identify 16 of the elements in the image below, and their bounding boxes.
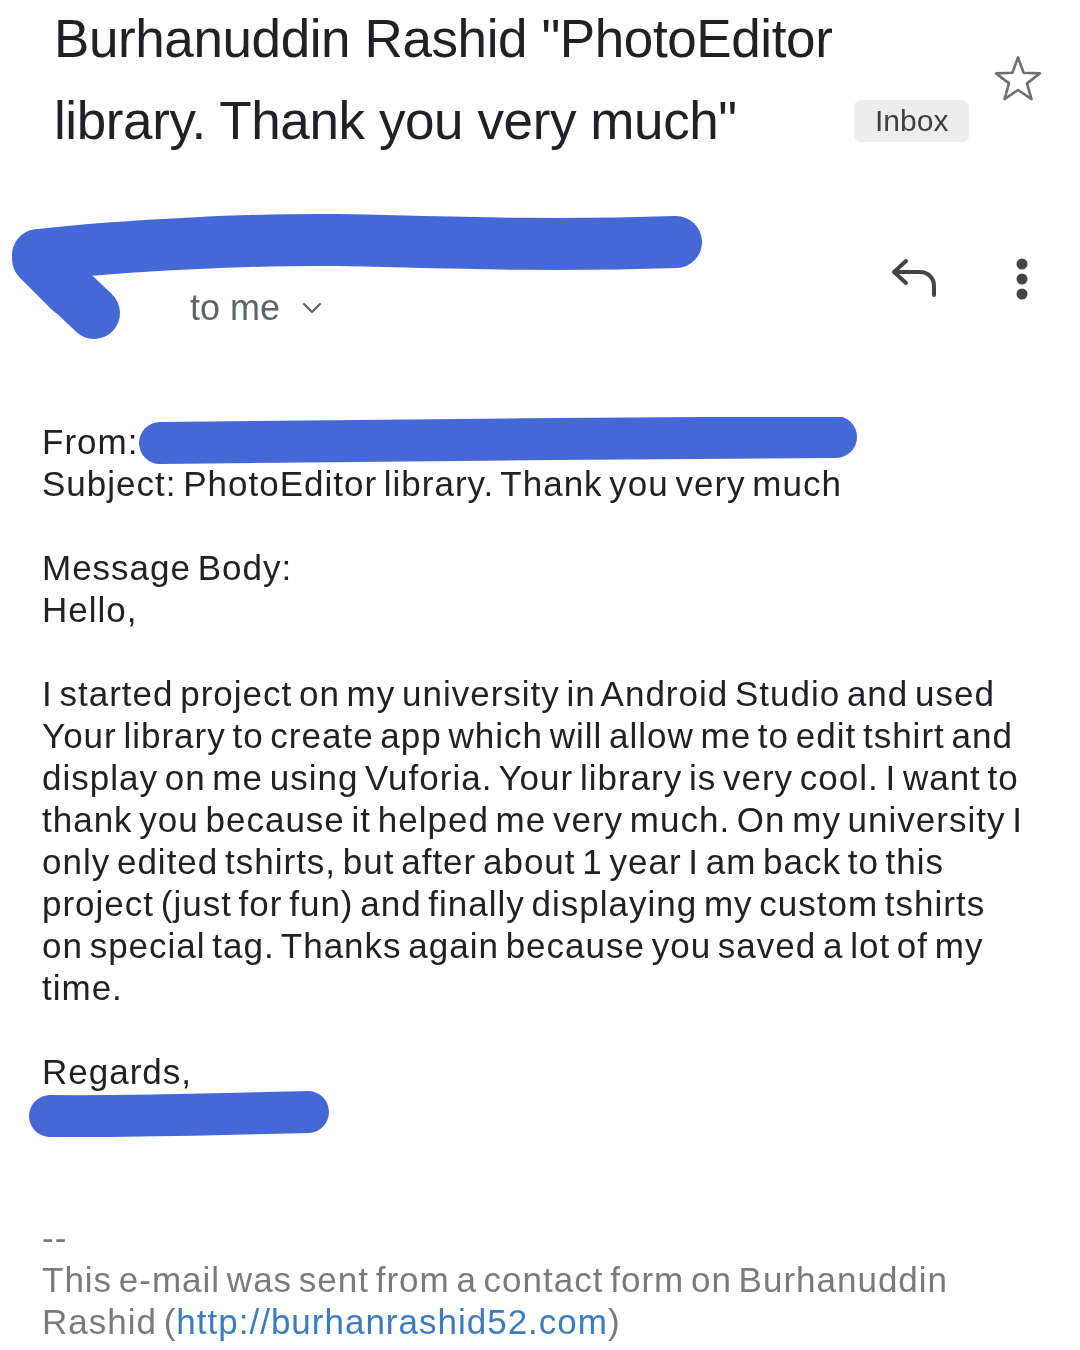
reply-icon[interactable] [890,258,938,298]
contact-form-note: This e-mail was sent from a contact form on Burhanuddin Rashid (http://burhanrashid52.com) [42,1259,950,1343]
message-paragraph: I started project on my university in Android Studio and used Your library to create app which will allow me to edit tshirt and display on me using Vuforia. Your library is very cool. I want to thank you because it helped me very much. On my university I only edited tshirts, but after about 1 year I am back to this project (just for fun) and finally displaying my custom tshirts on special tag. Thanks again because you saved a lot of my time. [42,673,1024,1009]
chevron-down-icon [302,302,323,314]
greeting-text: Hello, [42,590,138,629]
closing-text: Regards, [42,1052,193,1091]
message-body-heading: Message Body: [42,548,293,587]
subject-line: Subject: PhotoEditor library. Thank you very much [42,464,842,503]
inbox-label[interactable]: Inbox [854,100,970,142]
website-link[interactable]: http://burhanrashid52.com [176,1302,608,1341]
star-icon[interactable] [993,55,1043,103]
more-options-icon[interactable] [1016,258,1028,300]
from-label: From: [42,422,139,461]
email-subject: Burhanuddin Rashid "PhotoEditor library. Thank you very much" [54,8,834,152]
signature-separator: -- [42,1218,68,1257]
recipient-details-button[interactable]: to me [190,288,323,328]
